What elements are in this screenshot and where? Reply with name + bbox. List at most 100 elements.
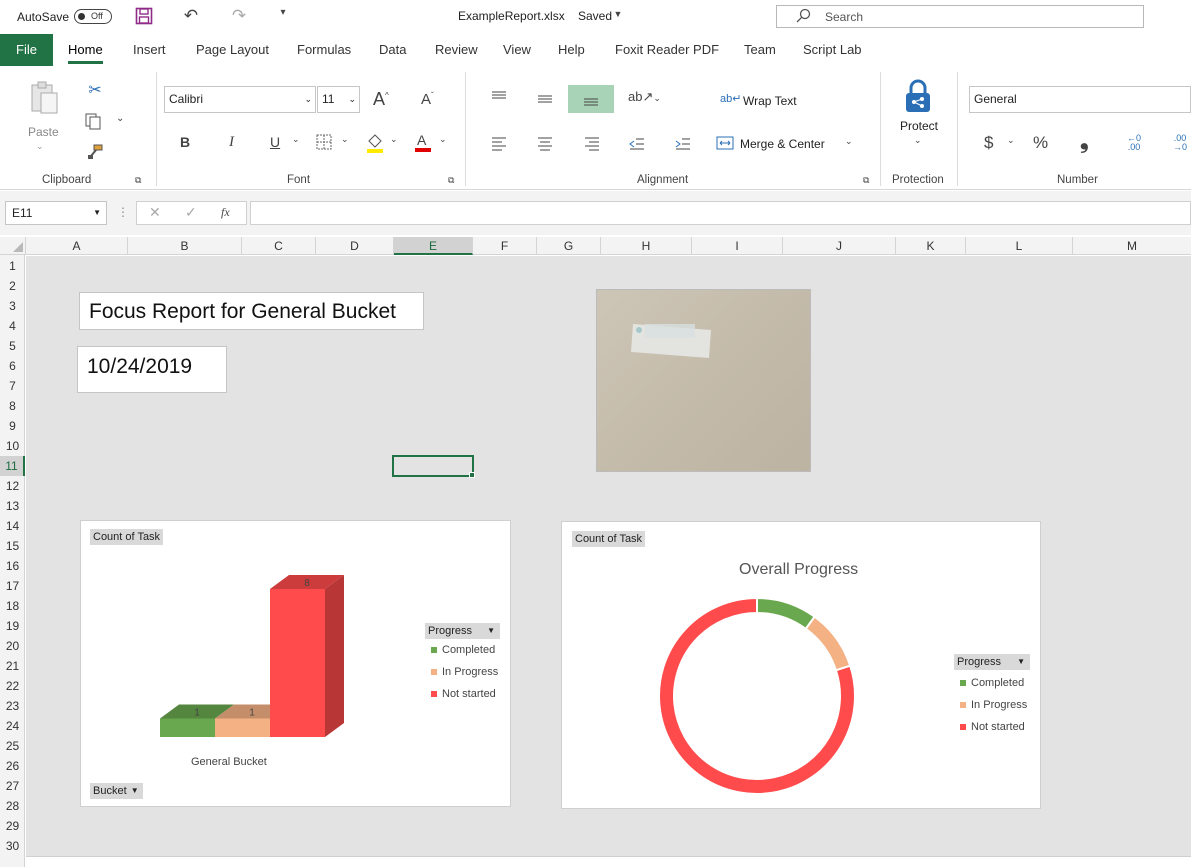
redo-icon[interactable]: ↷ bbox=[228, 6, 250, 26]
paste-dropdown-icon[interactable]: ⌄ bbox=[36, 141, 44, 152]
insert-function-icon[interactable]: fx bbox=[221, 205, 230, 220]
bottom-align-button[interactable] bbox=[568, 85, 614, 113]
fill-color-dropdown-icon[interactable]: ⌄ bbox=[390, 134, 398, 145]
tab-file[interactable]: File bbox=[0, 34, 53, 66]
merge-dropdown-icon[interactable]: ⌄ bbox=[845, 136, 853, 147]
decrease-indent-icon[interactable] bbox=[628, 136, 646, 152]
row-header[interactable]: 29 bbox=[0, 816, 25, 836]
row-header[interactable]: 25 bbox=[0, 736, 25, 756]
bar-chart[interactable]: Count of Task 118 General Bucket Bucket ▼… bbox=[80, 520, 511, 807]
row-header[interactable]: 7 bbox=[0, 376, 25, 396]
row-header[interactable]: 14 bbox=[0, 516, 25, 536]
tab-formulas[interactable]: Formulas bbox=[297, 34, 351, 66]
row-header[interactable]: 22 bbox=[0, 676, 25, 696]
row-header[interactable]: 19 bbox=[0, 616, 25, 636]
legend-field-button[interactable]: Progress ▼ bbox=[954, 654, 1030, 670]
row-header[interactable]: 13 bbox=[0, 496, 25, 516]
row-header[interactable]: 12 bbox=[0, 476, 25, 496]
comma-style-button[interactable]: ❟ bbox=[1080, 128, 1089, 154]
row-header[interactable]: 2 bbox=[0, 276, 25, 296]
decrease-decimal-icon[interactable]: .00 →0 bbox=[1170, 134, 1190, 152]
fill-color-icon[interactable] bbox=[366, 133, 384, 153]
tab-data[interactable]: Data bbox=[379, 34, 406, 66]
row-header[interactable]: 20 bbox=[0, 636, 25, 656]
row-header[interactable]: 1 bbox=[0, 256, 25, 276]
dialog-launcher-icon[interactable]: ⧉ bbox=[863, 175, 869, 186]
tab-page-layout[interactable]: Page Layout bbox=[196, 34, 269, 66]
currency-button[interactable]: $ bbox=[984, 133, 993, 153]
row-header[interactable]: 18 bbox=[0, 596, 25, 616]
report-date-box[interactable]: 10/24/2019 bbox=[77, 346, 227, 393]
orientation-icon[interactable]: ab↗⌄ bbox=[628, 89, 661, 107]
row-header[interactable]: 5 bbox=[0, 336, 25, 356]
fill-handle[interactable] bbox=[469, 472, 475, 478]
italic-button[interactable]: I bbox=[229, 134, 234, 151]
tab-home[interactable]: Home bbox=[68, 34, 103, 66]
doughnut-chart[interactable]: Count of Task Overall Progress Progress ▼… bbox=[561, 521, 1041, 809]
number-format-dropdown[interactable]: General bbox=[969, 86, 1191, 113]
tab-team[interactable]: Team bbox=[744, 34, 776, 66]
axis-field-button[interactable]: Bucket ▼ bbox=[90, 783, 143, 799]
increase-decimal-icon[interactable]: ←0.00 bbox=[1124, 134, 1144, 152]
grid-row-31[interactable] bbox=[26, 856, 1191, 867]
row-header[interactable]: 10 bbox=[0, 436, 25, 456]
column-header-l[interactable]: L bbox=[966, 237, 1073, 255]
middle-align-icon[interactable] bbox=[536, 92, 554, 108]
tab-review[interactable]: Review bbox=[435, 34, 478, 66]
row-header[interactable]: 11 bbox=[0, 456, 25, 476]
increase-indent-icon[interactable] bbox=[674, 136, 692, 152]
column-header-a[interactable]: A bbox=[26, 237, 128, 255]
row-header[interactable]: 16 bbox=[0, 556, 25, 576]
cancel-icon[interactable]: ✕ bbox=[149, 204, 161, 221]
autosave-toggle[interactable]: Off bbox=[74, 9, 112, 24]
row-header[interactable]: 30 bbox=[0, 836, 25, 856]
borders-icon[interactable] bbox=[316, 134, 332, 150]
undo-icon[interactable]: ↶ bbox=[180, 6, 202, 26]
column-header-e[interactable]: E bbox=[394, 237, 473, 255]
top-align-icon[interactable] bbox=[490, 89, 508, 105]
protect-button[interactable]: Protect bbox=[900, 119, 938, 133]
lock-icon[interactable] bbox=[902, 79, 934, 115]
photo-image[interactable] bbox=[596, 289, 811, 472]
customize-qat-icon[interactable]: ▾ bbox=[276, 7, 290, 27]
bold-button[interactable]: B bbox=[180, 134, 190, 150]
align-left-icon[interactable] bbox=[490, 136, 508, 152]
save-icon[interactable] bbox=[134, 7, 154, 27]
legend-field-button[interactable]: Progress ▼ bbox=[425, 623, 500, 639]
search-box[interactable]: Search bbox=[776, 5, 1144, 28]
font-color-dropdown-icon[interactable]: ⌄ bbox=[439, 134, 447, 145]
tab-insert[interactable]: Insert bbox=[133, 34, 166, 66]
column-header-j[interactable]: J bbox=[783, 237, 896, 255]
format-painter-icon[interactable] bbox=[86, 143, 104, 161]
active-cell-e11[interactable] bbox=[392, 455, 474, 477]
column-header-f[interactable]: F bbox=[473, 237, 537, 255]
more-options-icon[interactable]: ⋮ bbox=[117, 205, 129, 219]
tab-view[interactable]: View bbox=[503, 34, 531, 66]
row-header[interactable]: 28 bbox=[0, 796, 25, 816]
protect-dropdown-icon[interactable]: ⌄ bbox=[914, 135, 922, 146]
row-header[interactable]: 21 bbox=[0, 656, 25, 676]
report-title-box[interactable]: Focus Report for General Bucket bbox=[79, 292, 424, 330]
font-color-icon[interactable]: A bbox=[414, 132, 432, 152]
save-status[interactable]: Saved bbox=[578, 9, 612, 23]
select-all-button[interactable] bbox=[0, 237, 26, 255]
borders-dropdown-icon[interactable]: ⌄ bbox=[341, 134, 349, 145]
tab-help[interactable]: Help bbox=[558, 34, 585, 66]
copy-dropdown-icon[interactable]: ⌄ bbox=[116, 113, 124, 124]
align-center-icon[interactable] bbox=[536, 136, 554, 152]
dialog-launcher-icon[interactable]: ⧉ bbox=[135, 175, 141, 186]
increase-font-size-icon[interactable]: A^ bbox=[373, 89, 389, 110]
wrap-text-button[interactable]: Wrap Text bbox=[743, 94, 797, 108]
row-header[interactable]: 27 bbox=[0, 776, 25, 796]
currency-dropdown-icon[interactable]: ⌄ bbox=[1007, 135, 1015, 146]
row-header[interactable]: 15 bbox=[0, 536, 25, 556]
merge-center-button[interactable]: Merge & Center bbox=[740, 137, 825, 151]
row-header[interactable]: 23 bbox=[0, 696, 25, 716]
font-name-dropdown[interactable]: Calibri ⌄ bbox=[164, 86, 316, 113]
cut-icon[interactable]: ✂ bbox=[86, 80, 104, 99]
enter-check-icon[interactable]: ✓ bbox=[185, 204, 197, 221]
name-box[interactable]: E11 ▼ bbox=[5, 201, 107, 225]
paste-icon[interactable] bbox=[28, 80, 60, 116]
column-header-c[interactable]: C bbox=[242, 237, 316, 255]
dialog-launcher-icon[interactable]: ⧉ bbox=[448, 175, 454, 186]
